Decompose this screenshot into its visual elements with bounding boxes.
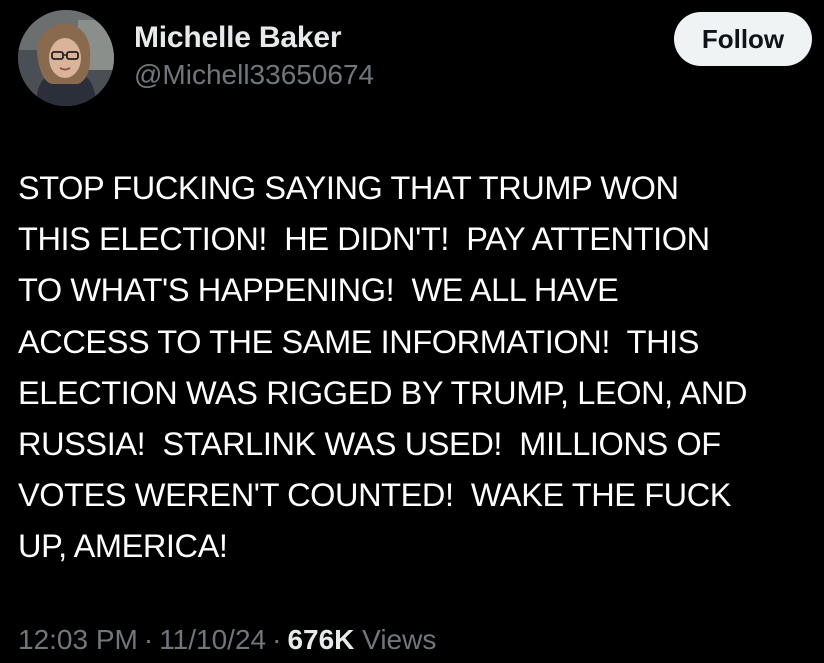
avatar-image: [18, 10, 114, 106]
meta-separator: ·: [272, 624, 282, 655]
avatar[interactable]: [18, 10, 114, 106]
author-display-name[interactable]: Michelle Baker: [134, 20, 374, 56]
views-count[interactable]: 676K: [287, 624, 354, 655]
tweet-date[interactable]: 11/10/24: [159, 624, 266, 655]
tweet-card: Michelle Baker @Michell33650674 Follow S…: [0, 0, 824, 663]
author-names: Michelle Baker @Michell33650674: [134, 20, 374, 93]
meta-separator: ·: [143, 624, 154, 655]
tweet-time[interactable]: 12:03 PM: [18, 624, 138, 655]
tweet-header: Michelle Baker @Michell33650674 Follow: [18, 10, 814, 110]
views-label: Views: [362, 624, 437, 655]
tweet-text: STOP FUCKING SAYING THAT TRUMP WON THIS …: [18, 170, 748, 565]
author-handle[interactable]: @Michell33650674: [134, 57, 374, 93]
follow-button[interactable]: Follow: [674, 12, 812, 66]
tweet-meta: 12:03 PM · 11/10/24 · 676K Views: [18, 620, 436, 660]
